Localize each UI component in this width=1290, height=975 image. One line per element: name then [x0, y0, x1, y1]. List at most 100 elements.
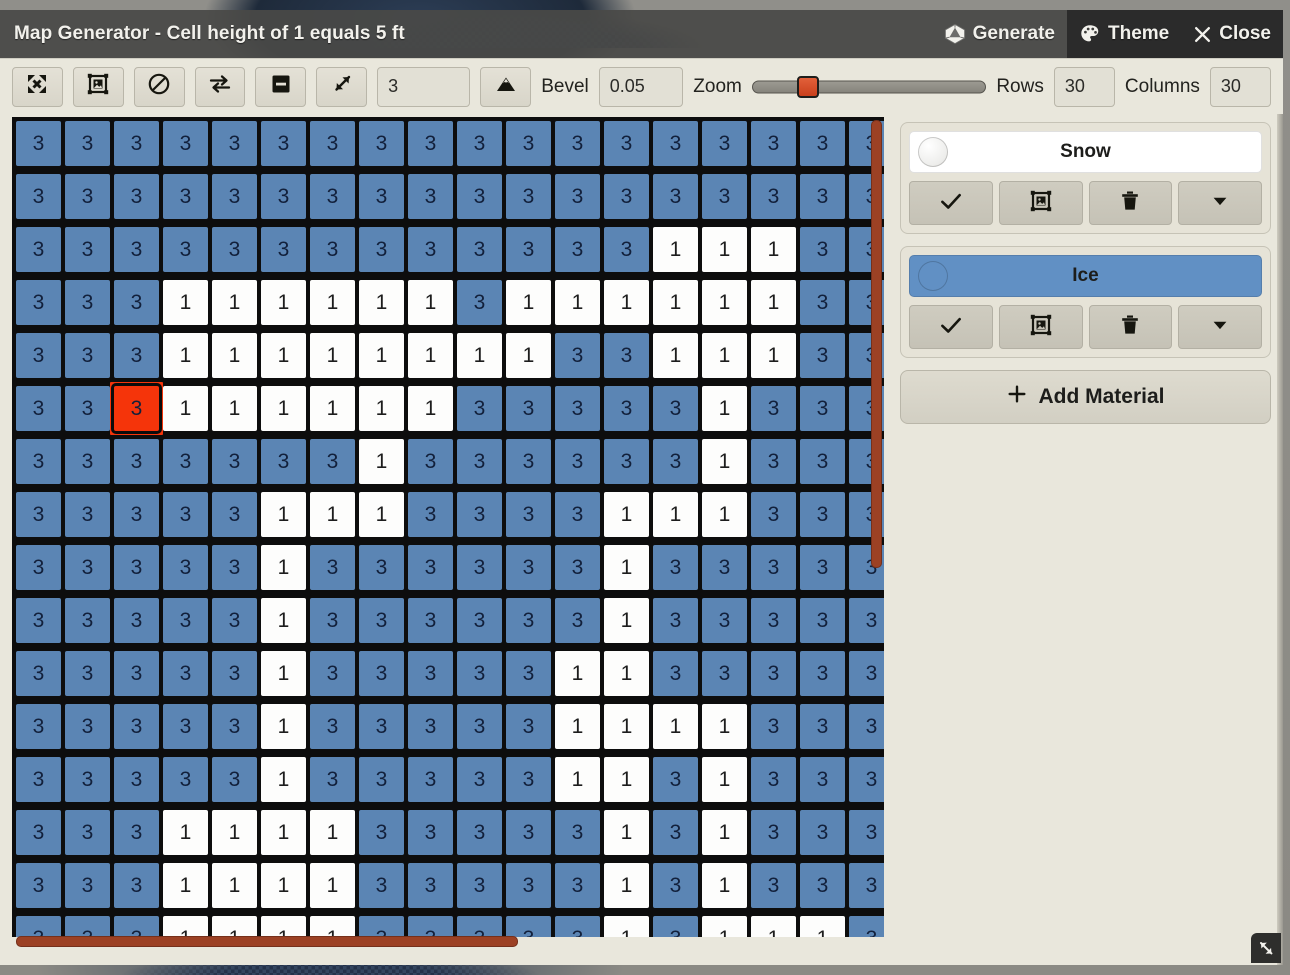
- map-cell[interactable]: 3: [114, 174, 159, 219]
- map-cell[interactable]: 3: [653, 545, 698, 590]
- map-cell[interactable]: 3: [310, 598, 355, 643]
- map-cell[interactable]: 1: [751, 333, 796, 378]
- map-cell[interactable]: 3: [457, 121, 502, 166]
- map-cell[interactable]: 3: [212, 174, 257, 219]
- map-cell[interactable]: 3: [555, 545, 600, 590]
- map-cell[interactable]: 3: [653, 863, 698, 908]
- map-cell[interactable]: 1: [555, 757, 600, 802]
- map-cell[interactable]: 3: [506, 545, 551, 590]
- map-cell[interactable]: 3: [159, 435, 212, 488]
- map-cell[interactable]: 1: [702, 704, 747, 749]
- map-cell[interactable]: 1: [159, 382, 212, 435]
- theme-button[interactable]: Theme: [1067, 10, 1181, 58]
- map-cell[interactable]: 3: [114, 757, 159, 802]
- map-cell[interactable]: 1: [208, 276, 261, 329]
- map-cell[interactable]: 1: [604, 810, 649, 855]
- map-cell[interactable]: 3: [212, 545, 257, 590]
- map-cell[interactable]: 1: [702, 333, 747, 378]
- map-cell[interactable]: 3: [702, 121, 747, 166]
- map-cell[interactable]: 3: [800, 757, 845, 802]
- map-cell[interactable]: 3: [310, 439, 355, 484]
- map-cell[interactable]: 3: [408, 227, 453, 272]
- map-cell[interactable]: 3: [849, 598, 884, 643]
- map-cell[interactable]: 3: [800, 439, 845, 484]
- map-cell[interactable]: 3: [751, 545, 796, 590]
- map-cell[interactable]: 3: [310, 651, 355, 696]
- map-cell[interactable]: 3: [751, 439, 796, 484]
- map-cell[interactable]: 1: [257, 276, 310, 329]
- map-cell[interactable]: 3: [506, 386, 551, 431]
- map-cell[interactable]: 3: [653, 386, 698, 431]
- map-cell[interactable]: 3: [65, 810, 110, 855]
- map-cell[interactable]: 3: [653, 439, 698, 484]
- map-cell[interactable]: 3: [751, 757, 796, 802]
- map-grid[interactable]: 3333333333333333333333333333333333333333…: [12, 117, 884, 937]
- map-cell[interactable]: 3: [604, 333, 649, 378]
- map-cell[interactable]: 3: [408, 704, 453, 749]
- map-cell[interactable]: 3: [751, 810, 796, 855]
- map-cell[interactable]: 1: [257, 488, 310, 541]
- material-header-snow[interactable]: Snow: [909, 131, 1262, 173]
- map-cell[interactable]: 3: [457, 704, 502, 749]
- mountain-button[interactable]: [480, 66, 532, 107]
- map-cell[interactable]: 3: [16, 386, 61, 431]
- map-cell[interactable]: 1: [261, 863, 306, 908]
- zoom-slider[interactable]: [751, 67, 987, 107]
- map-cell[interactable]: 3: [800, 333, 845, 378]
- horizontal-scrollbar[interactable]: [16, 936, 518, 947]
- map-cell[interactable]: 1: [310, 916, 355, 937]
- map-cell[interactable]: 1: [555, 651, 600, 696]
- map-cell[interactable]: 3: [16, 863, 61, 908]
- map-cell[interactable]: 3: [16, 174, 61, 219]
- map-cell[interactable]: 3: [208, 488, 261, 541]
- map-cell[interactable]: 3: [506, 439, 551, 484]
- map-cell[interactable]: 1: [555, 704, 600, 749]
- map-cell[interactable]: 3: [114, 492, 159, 537]
- map-cell[interactable]: 3: [16, 704, 61, 749]
- map-cell[interactable]: 3: [310, 174, 355, 219]
- map-cell[interactable]: 1: [208, 382, 261, 435]
- map-cell[interactable]: 3: [751, 492, 796, 537]
- map-cell[interactable]: 3: [506, 704, 551, 749]
- map-cell[interactable]: 1: [359, 386, 404, 431]
- map-cell[interactable]: 3: [408, 492, 453, 537]
- map-cell[interactable]: 3: [16, 598, 61, 643]
- map-cell[interactable]: 3: [800, 227, 845, 272]
- map-cell[interactable]: 3: [359, 863, 404, 908]
- map-cell[interactable]: 3: [751, 174, 796, 219]
- map-cell[interactable]: 3: [65, 598, 110, 643]
- map-cell[interactable]: 3: [159, 488, 212, 541]
- map-cell[interactable]: 3: [163, 227, 208, 272]
- bevel-input[interactable]: 0.05: [598, 66, 684, 107]
- map-cell[interactable]: 3: [555, 916, 600, 937]
- map-cell[interactable]: 3: [800, 810, 845, 855]
- map-cell[interactable]: 3: [506, 598, 551, 643]
- map-cell[interactable]: 3: [359, 916, 404, 937]
- map-cell[interactable]: 3: [457, 916, 502, 937]
- map-cell[interactable]: 3: [506, 810, 551, 855]
- map-cell[interactable]: 3: [702, 598, 747, 643]
- map-cell[interactable]: 3: [800, 386, 845, 431]
- map-cell[interactable]: 3: [702, 651, 747, 696]
- map-cell[interactable]: 3: [310, 545, 355, 590]
- map-cell[interactable]: 3: [408, 916, 453, 937]
- minus-box-button[interactable]: [255, 66, 307, 107]
- map-cell[interactable]: 3: [65, 757, 110, 802]
- map-cell[interactable]: 3: [359, 810, 404, 855]
- map-cell[interactable]: 1: [212, 863, 257, 908]
- map-cell[interactable]: 1: [159, 276, 212, 329]
- map-cell[interactable]: 3: [408, 863, 453, 908]
- map-cell[interactable]: 3: [506, 174, 551, 219]
- map-cell[interactable]: 3: [555, 227, 600, 272]
- map-cell[interactable]: 1: [261, 757, 306, 802]
- map-cell[interactable]: 1: [604, 704, 649, 749]
- map-cell[interactable]: 3: [16, 121, 61, 166]
- map-cell[interactable]: 3: [506, 916, 551, 937]
- map-cell[interactable]: 3: [16, 757, 61, 802]
- resize-diagonal-button[interactable]: [316, 66, 368, 107]
- map-cell[interactable]: 3: [653, 810, 698, 855]
- map-cell[interactable]: 3: [408, 757, 453, 802]
- map-cell[interactable]: 3: [408, 545, 453, 590]
- map-cell[interactable]: 3: [16, 280, 61, 325]
- map-cell[interactable]: 1: [408, 386, 453, 431]
